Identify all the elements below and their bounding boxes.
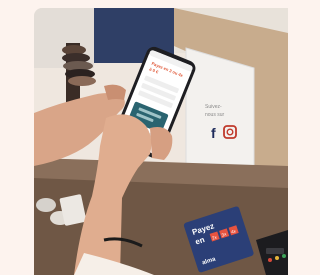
store-photo: Suivez- nous sur f Payez en 3 ou 4x à 0 … (34, 8, 288, 275)
stand-sign-text-2: nous sur (205, 112, 225, 118)
facebook-icon: f (211, 125, 216, 141)
stand-sign-text-1: Suivez- (205, 104, 222, 110)
